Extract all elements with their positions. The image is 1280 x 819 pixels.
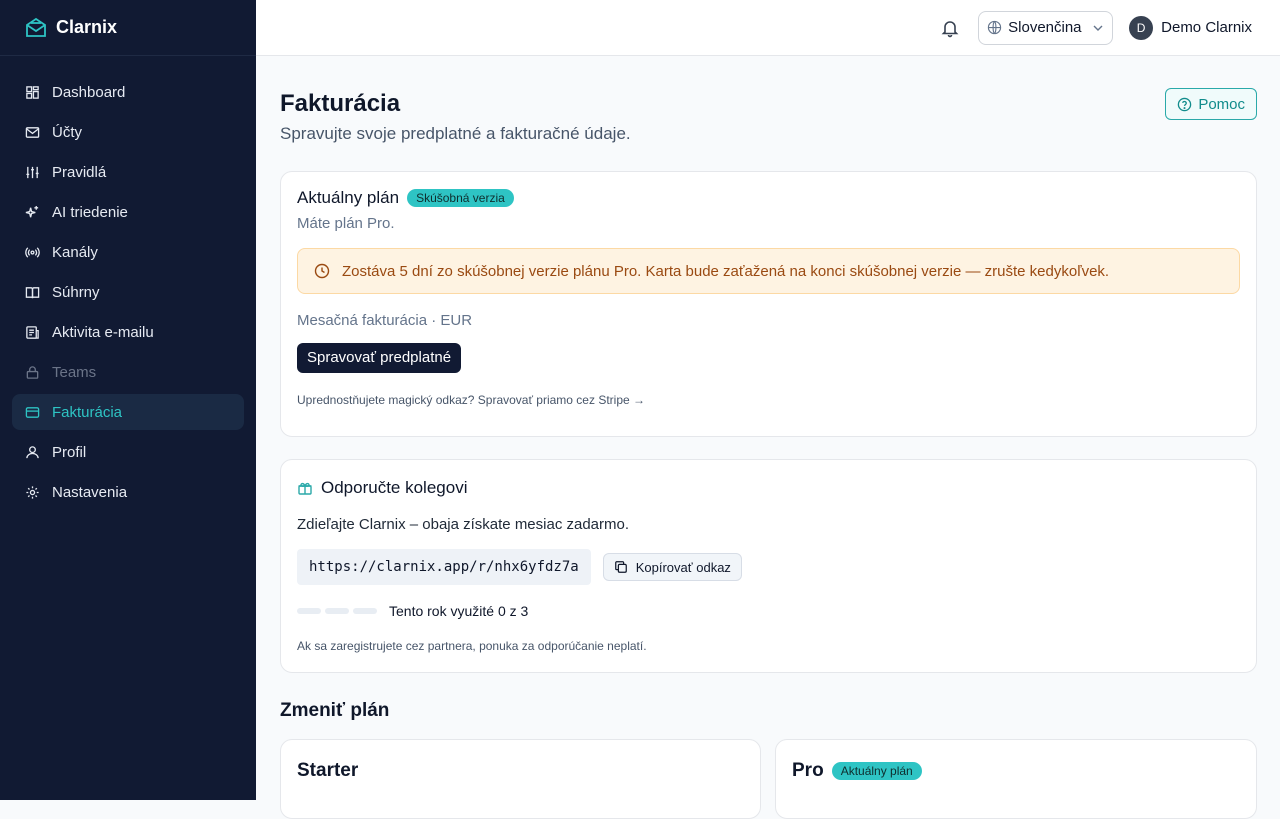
language-select[interactable]: Slovenčina	[978, 10, 1114, 45]
activity-icon	[24, 324, 40, 340]
gear-icon	[24, 484, 40, 500]
copy-icon	[614, 561, 627, 573]
referral-usage: Tento rok využité 0 z 3	[297, 603, 1240, 619]
page-subtitle: Spravujte svoje predplatné a fakturačné …	[280, 124, 631, 143]
logo-icon	[26, 17, 46, 37]
sidebar-item-summaries[interactable]: Súhrny	[12, 274, 244, 310]
referral-card: Odporučte kolegovi Zdieľajte Clarnix – o…	[280, 459, 1257, 673]
sidebar-item-label: Pravidlá	[52, 163, 107, 181]
usage-slot	[353, 608, 377, 614]
sidebar-item-label: Súhrny	[52, 283, 100, 301]
user-icon	[24, 444, 40, 460]
help-label: Pomoc	[1198, 95, 1245, 113]
copy-link-label: Kopírovať odkaz	[635, 559, 731, 575]
referral-heading: Odporučte kolegovi	[321, 478, 468, 497]
referral-link[interactable]: https://clarnix.app/r/nhx6yfdz7a	[297, 549, 591, 585]
sidebar-item-label: Teams	[52, 363, 97, 381]
sidebar-item-rules[interactable]: Pravidlá	[12, 154, 244, 190]
sidebar: Clarnix Dashboard Účty Pravidlá AI tried…	[0, 0, 256, 800]
sidebar-item-label: Nastavenia	[52, 483, 128, 501]
sidebar-item-label: Profil	[52, 443, 87, 461]
sliders-icon	[24, 164, 40, 180]
sidebar-item-settings[interactable]: Nastavenia	[12, 474, 244, 510]
current-plan-badge: Aktuálny plán	[831, 762, 922, 780]
avatar: D	[1129, 15, 1154, 40]
sidebar-item-accounts[interactable]: Účty	[12, 114, 244, 150]
sidebar-item-label: Aktivita e-mailu	[52, 323, 154, 341]
clock-icon	[314, 263, 330, 279]
dashboard-icon	[24, 84, 40, 100]
plan-text: Máte plán Pro.	[297, 215, 395, 232]
current-plan-card: Aktuálny plán Skúšobná verzia Máte plán …	[280, 171, 1257, 437]
usage-slot	[297, 608, 321, 614]
sidebar-nav: Dashboard Účty Pravidlá AI triedenie Kan…	[0, 56, 256, 532]
bell-icon[interactable]	[940, 18, 960, 38]
credit-card-icon	[24, 404, 40, 420]
sidebar-item-label: Fakturácia	[52, 403, 123, 421]
sidebar-item-label: Kanály	[52, 243, 98, 261]
referral-note: Ak sa zaregistrujete cez partnera, ponuk…	[297, 639, 647, 653]
trial-badge: Skúšobná verzia	[407, 189, 514, 207]
sparkles-icon	[24, 204, 40, 220]
sidebar-item-billing[interactable]: Fakturácia	[12, 394, 244, 430]
plan-card-starter[interactable]: Starter	[280, 739, 761, 819]
chevron-down-icon	[1093, 25, 1103, 31]
main-content: Fakturácia Spravujte svoje predplatné a …	[280, 88, 1257, 819]
sidebar-item-ai-sorting[interactable]: AI triedenie	[12, 194, 244, 230]
help-icon	[1178, 97, 1192, 111]
alert-text: Zostáva 5 dní zo skúšobnej verzie plánu …	[342, 262, 1110, 280]
book-icon	[24, 284, 40, 300]
page-title: Fakturácia	[280, 90, 401, 117]
sidebar-item-label: Dashboard	[52, 83, 126, 101]
change-plan-title: Zmeniť plán	[280, 700, 390, 721]
plan-card-pro[interactable]: Pro Aktuálny plán	[775, 739, 1257, 819]
usage-slot	[325, 608, 349, 614]
sidebar-item-channels[interactable]: Kanály	[12, 234, 244, 270]
globe-icon	[987, 20, 1002, 35]
topbar: Slovenčina D Demo Clarnix	[256, 0, 1280, 56]
gift-icon	[298, 482, 312, 495]
user-menu[interactable]: D Demo Clarnix	[1129, 15, 1252, 40]
plan-name: Pro	[792, 760, 824, 781]
mail-icon	[24, 124, 40, 140]
usage-text: Tento rok využité 0 z 3	[389, 603, 529, 619]
help-button[interactable]: Pomoc	[1165, 88, 1257, 120]
sidebar-item-dashboard[interactable]: Dashboard	[12, 74, 244, 110]
manage-subscription-button[interactable]: Spravovať predplatné	[297, 343, 462, 373]
sidebar-item-label: AI triedenie	[52, 203, 128, 221]
radio-icon	[24, 244, 40, 260]
trial-alert: Zostáva 5 dní zo skúšobnej verzie plánu …	[297, 248, 1240, 294]
language-label: Slovenčina	[1008, 19, 1082, 36]
sidebar-item-profile[interactable]: Profil	[12, 434, 244, 470]
billing-info: Mesačná fakturácia · EUR	[297, 312, 473, 329]
lock-icon	[24, 364, 40, 380]
brand[interactable]: Clarnix	[0, 0, 256, 56]
sidebar-item-teams: Teams	[12, 354, 244, 390]
current-plan-heading: Aktuálny plán	[297, 188, 400, 207]
sidebar-item-email-activity[interactable]: Aktivita e-mailu	[12, 314, 244, 350]
sidebar-item-label: Účty	[52, 123, 82, 141]
copy-link-button[interactable]: Kopírovať odkaz	[602, 553, 742, 581]
stripe-magic-link[interactable]: Uprednostňujete magický odkaz? Spravovať…	[297, 393, 1240, 407]
referral-text: Zdieľajte Clarnix – obaja získate mesiac…	[297, 516, 630, 533]
brand-name: Clarnix	[56, 17, 118, 37]
plan-name: Starter	[297, 760, 359, 781]
user-name: Demo Clarnix	[1161, 19, 1252, 36]
